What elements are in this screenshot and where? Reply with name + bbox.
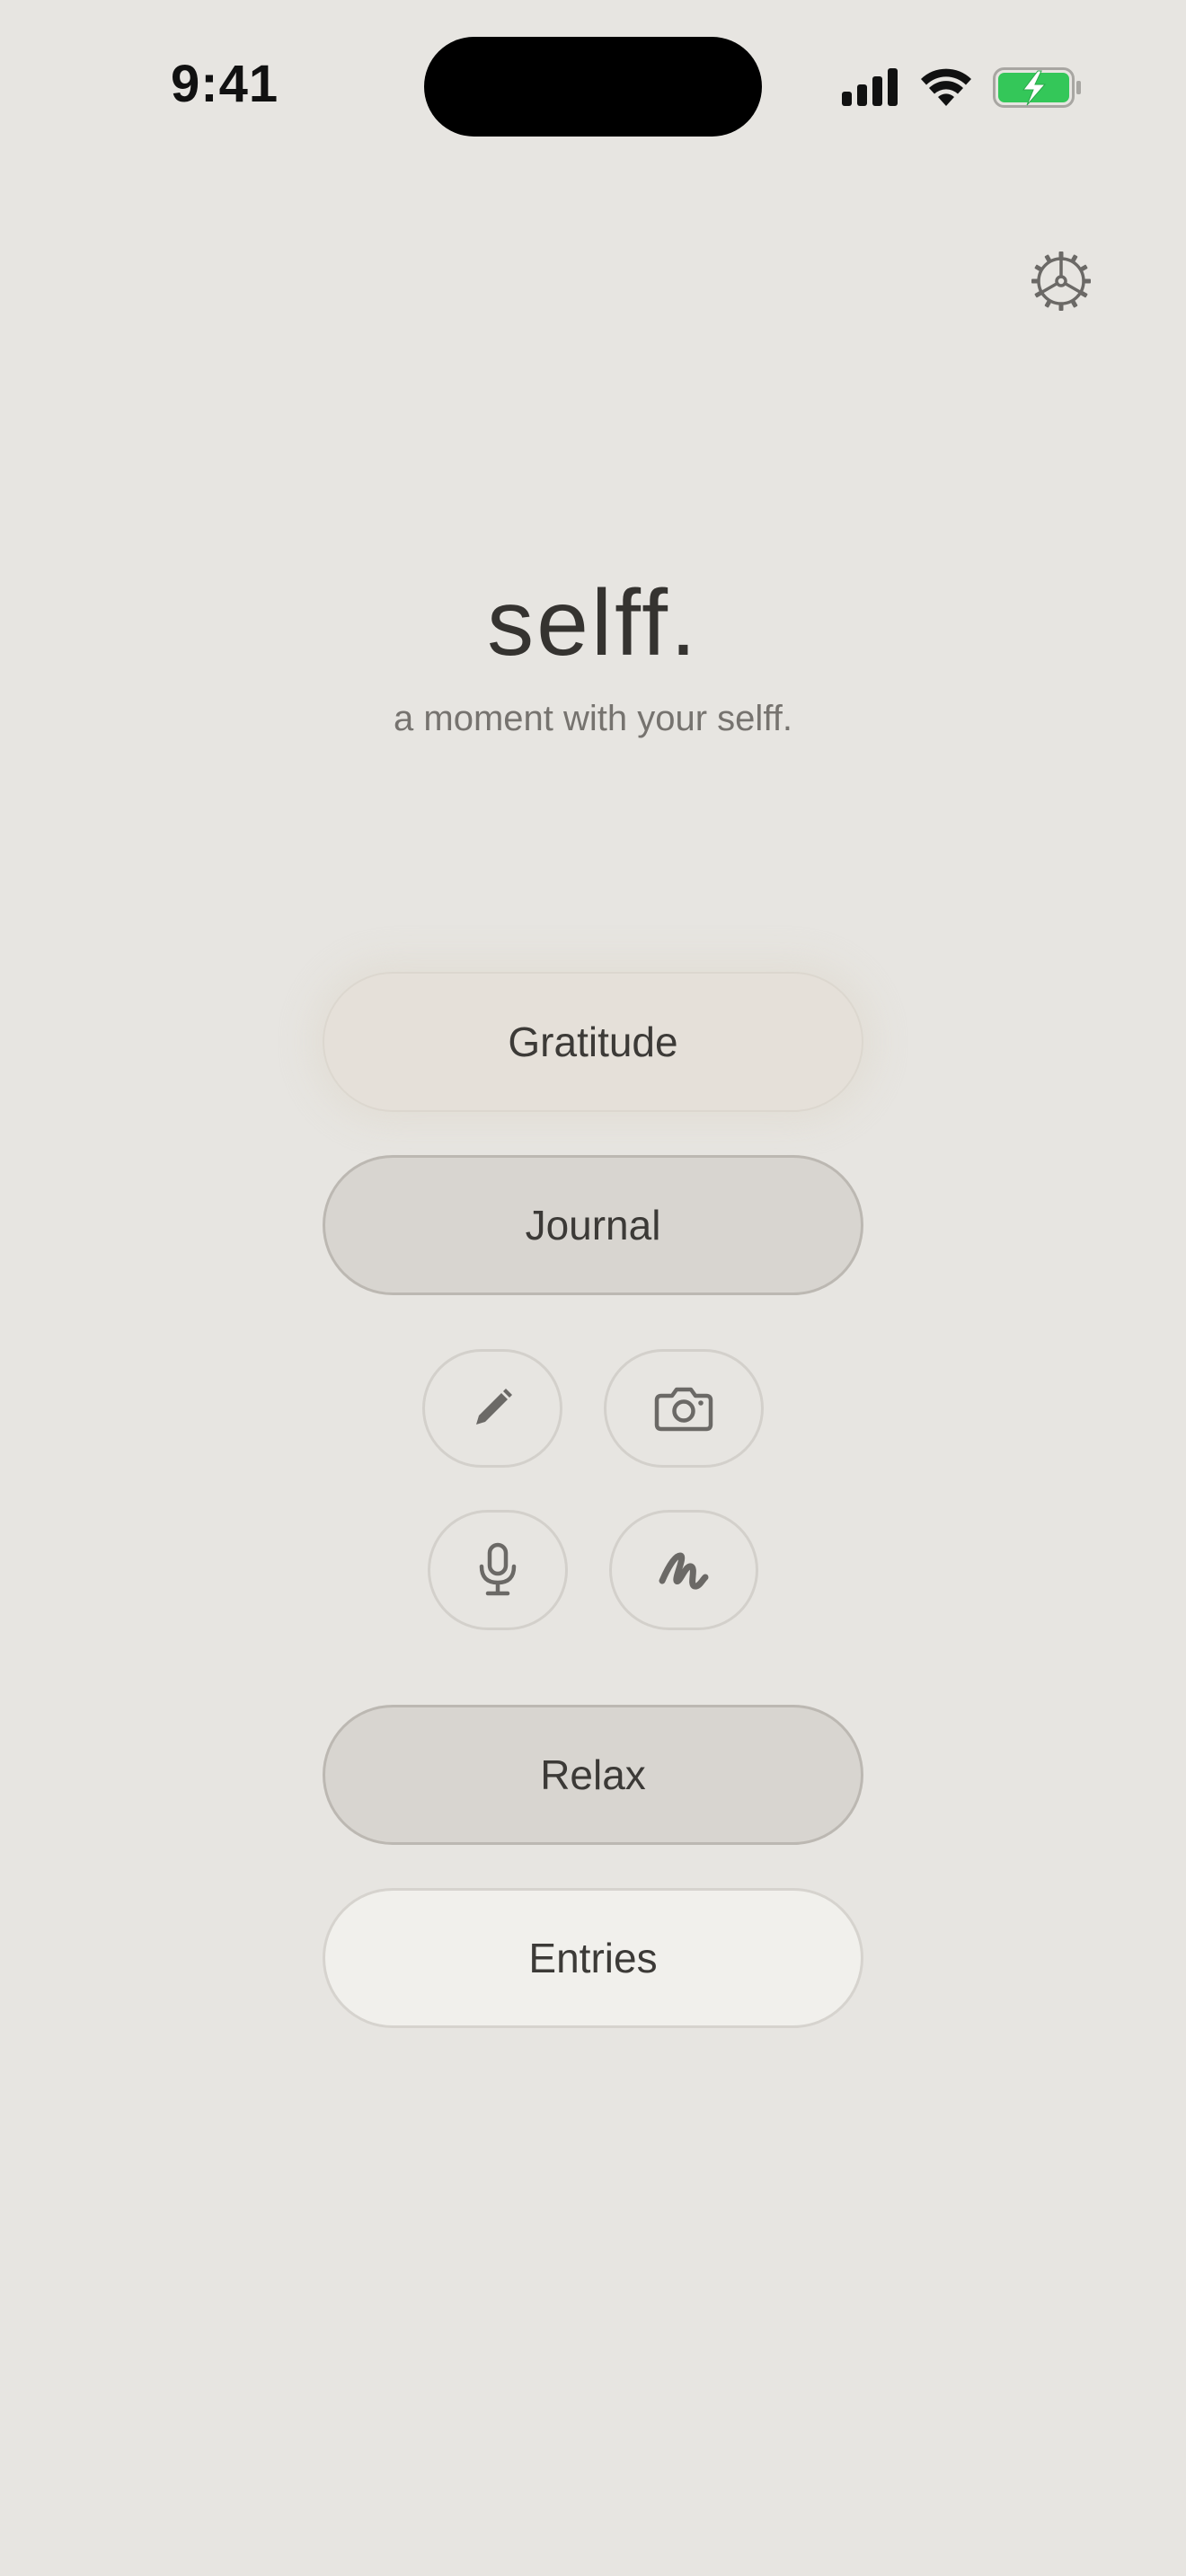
gratitude-button[interactable]: Gratitude <box>323 972 863 1112</box>
gear-icon <box>1031 251 1091 311</box>
pencil-icon <box>476 1389 512 1425</box>
entries-button[interactable]: Entries <box>323 1888 863 2028</box>
microphone-icon <box>479 1542 517 1596</box>
entries-button-label: Entries <box>528 1935 658 1981</box>
draw-entry-button[interactable] <box>609 1510 758 1630</box>
status-time: 9:41 <box>171 55 279 113</box>
photo-entry-button[interactable] <box>604 1349 764 1468</box>
relax-button[interactable]: Relax <box>323 1705 863 1845</box>
app-title: selff. <box>487 571 699 675</box>
app-tagline: a moment with your selff. <box>394 699 792 738</box>
wifi-icon <box>921 68 971 106</box>
gratitude-button-label: Gratitude <box>508 1019 678 1065</box>
scribble-icon <box>659 1552 709 1590</box>
journal-button-label: Journal <box>525 1202 661 1248</box>
journal-button[interactable]: Journal <box>323 1155 863 1295</box>
status-icons <box>840 65 1083 111</box>
settings-button[interactable] <box>1029 249 1093 313</box>
relax-button-label: Relax <box>540 1751 646 1798</box>
dynamic-island <box>424 37 762 137</box>
voice-entry-button[interactable] <box>428 1510 568 1630</box>
cellular-signal-icon <box>842 68 898 106</box>
battery-icon <box>993 67 1081 108</box>
write-entry-button[interactable] <box>422 1349 562 1468</box>
camera-icon <box>654 1387 713 1432</box>
